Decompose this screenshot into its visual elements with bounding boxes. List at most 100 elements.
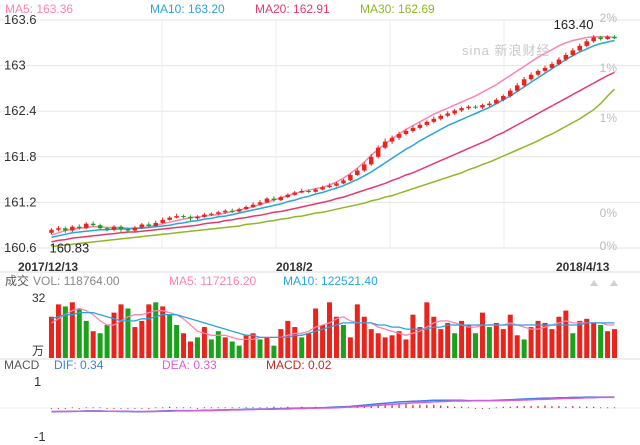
candle (556, 59, 562, 65)
candle (243, 206, 249, 210)
candle (591, 37, 596, 42)
candle (494, 99, 499, 104)
volume-bar (570, 333, 576, 358)
volume-bar (181, 333, 187, 358)
pct-tick: 0% (600, 239, 618, 253)
candle (188, 216, 193, 219)
volume-title: 成交 (5, 274, 30, 288)
macd-bar (106, 408, 108, 409)
macd-bar (440, 405, 442, 408)
macd-bar (398, 404, 400, 408)
volume-bar (389, 335, 395, 358)
candle (466, 106, 471, 109)
volume-bar (521, 339, 527, 358)
arrow-up-icon (590, 280, 598, 286)
candle (125, 229, 131, 231)
volume-bar (97, 333, 103, 358)
volume-bar (403, 339, 409, 358)
candle (278, 197, 284, 201)
volume-bar (104, 325, 110, 358)
candle (70, 226, 75, 231)
volume-bar (598, 325, 604, 358)
macd-title: MACD (4, 358, 40, 372)
candle (389, 137, 395, 142)
macd-bar (127, 408, 129, 409)
price-y-tick: 163 (4, 58, 26, 73)
volume-bar (229, 341, 235, 358)
candle (160, 219, 165, 223)
volume-bar (250, 333, 256, 358)
macd-bar (266, 407, 268, 409)
volume-bar (313, 308, 319, 358)
volume-bar (139, 320, 145, 358)
candle (514, 85, 520, 91)
macd-bar (203, 407, 206, 409)
candle (382, 141, 388, 148)
legend-ma5: MA5: 163.36 (5, 2, 74, 16)
macd-bar (613, 407, 616, 409)
candle (229, 210, 235, 212)
macd-bar (175, 407, 178, 409)
candle (452, 110, 457, 114)
volume-bar (479, 312, 485, 358)
macd-bar (134, 408, 136, 409)
macd-bar (419, 404, 421, 408)
candle (507, 90, 513, 96)
macd-y-tick: -1 (34, 429, 46, 444)
volume-bar (535, 320, 541, 358)
volume-bar (76, 308, 82, 358)
candle (320, 187, 325, 190)
macd-bar (57, 408, 60, 409)
volume-bar (118, 304, 124, 358)
candle (473, 106, 478, 108)
candle (327, 185, 332, 188)
volume-bar (167, 314, 173, 358)
volume-bar (452, 333, 458, 358)
candle (403, 130, 409, 134)
macd-bar (474, 408, 477, 409)
macd-bar (579, 406, 581, 408)
volume-bar (445, 322, 451, 358)
candle (563, 54, 569, 60)
candle (577, 45, 583, 51)
macd-bar (412, 404, 414, 408)
volume-bar (333, 316, 339, 358)
min-price-label: 160.83 (49, 241, 89, 256)
volume-bar (368, 329, 374, 358)
candle (299, 191, 304, 193)
candle (236, 209, 242, 212)
candle (306, 191, 311, 192)
volume-bar (292, 327, 298, 358)
volume-bar (285, 320, 291, 358)
candle (104, 228, 110, 230)
macd-bar (495, 407, 497, 409)
candle (271, 198, 277, 201)
candle (341, 180, 346, 184)
legend-ma10: MA10: 163.20 (150, 2, 225, 16)
volume-bar (486, 327, 492, 358)
candle (598, 37, 603, 39)
volume-bar (340, 325, 346, 358)
volume-bar (382, 337, 388, 358)
candle (417, 124, 423, 128)
macd-bar (460, 406, 463, 408)
macd-bar (148, 408, 150, 409)
macd-bar (502, 406, 504, 408)
macd-bar (572, 406, 574, 408)
macd-bar (405, 404, 407, 408)
x-tick-end: 2018/4/13 (556, 260, 610, 274)
volume-bar (55, 304, 61, 358)
macd-bar (433, 404, 435, 408)
macd-bar (488, 408, 491, 409)
macd-bar (537, 406, 539, 408)
volume-bar (605, 331, 611, 358)
candle (63, 228, 68, 231)
candle (605, 36, 610, 39)
sina-finance-watermark: sina 新浪财经 (462, 43, 551, 58)
candle (375, 147, 381, 157)
macd-legend-dif: DIF: 0.34 (54, 358, 104, 372)
stock-chart: 163.6163162.4161.8161.2160.62%1%1%0%0%1-… (0, 11, 640, 444)
macd-bar (544, 405, 546, 408)
volume-bar (257, 339, 263, 358)
volume-legend-vol: VOL: 118764.00 (33, 274, 120, 288)
